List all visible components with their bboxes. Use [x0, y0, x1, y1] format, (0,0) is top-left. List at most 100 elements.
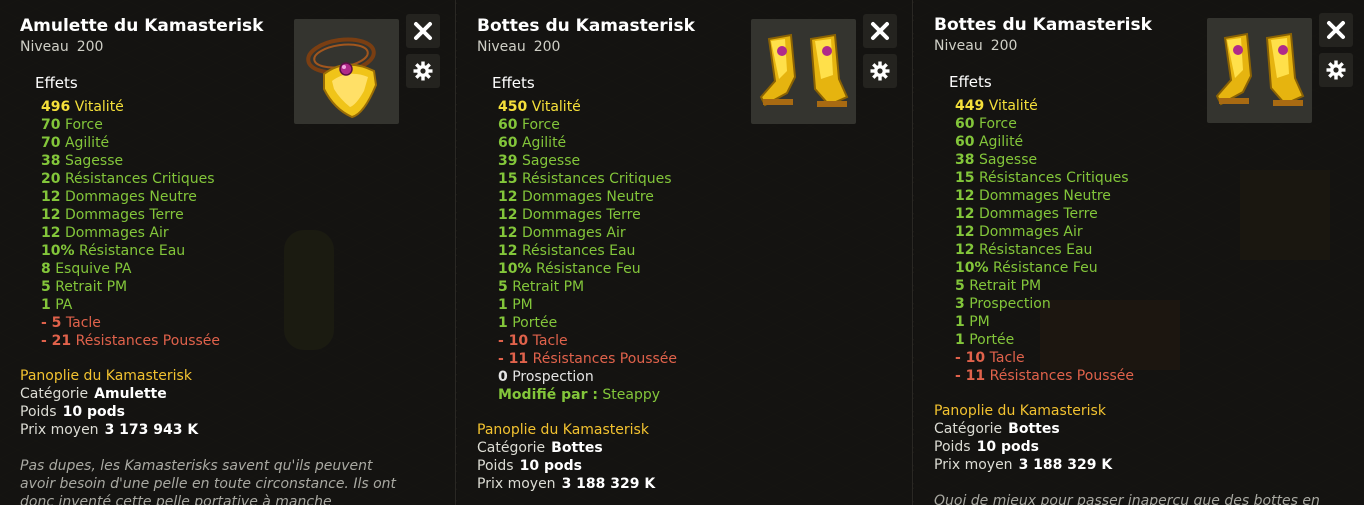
- close-button[interactable]: [1319, 13, 1353, 47]
- effect-row: 496 Vitalité: [41, 98, 220, 116]
- price-row: Prix moyen 3 188 329 K: [477, 475, 655, 493]
- effect-value: - 10: [498, 333, 529, 349]
- effect-value: 5: [498, 279, 508, 295]
- set-name[interactable]: Panoplie du Kamasterisk: [477, 421, 655, 439]
- effect-label: Dommages Neutre: [64, 189, 197, 205]
- category-value: Bottes: [551, 440, 603, 456]
- price-value: 3 173 943 K: [104, 422, 199, 438]
- effect-row: 3 Prospection: [955, 295, 1134, 313]
- effects-list: 449 Vitalité 60 Force 60 Agilité 38 Sagesse…: [955, 97, 1134, 385]
- effect-row: 12 Résistances Eau: [955, 241, 1134, 259]
- effect-value: 12: [955, 242, 975, 258]
- effect-row: 60 Force: [498, 116, 677, 134]
- effect-row: 60 Force: [955, 115, 1134, 133]
- effects-list: 496 Vitalité 70 Force 70 Agilité 38 Sagesse…: [41, 98, 220, 350]
- effect-label: Force: [521, 117, 560, 133]
- effect-row: 10% Résistance Feu: [498, 260, 677, 278]
- item-image: [1207, 18, 1312, 123]
- item-details: Panoplie du Kamasterisk Catégorie Bottes …: [477, 421, 655, 493]
- effect-row: 1 PA: [41, 296, 220, 314]
- level-value: 200: [990, 38, 1018, 54]
- effect-row: 1 PM: [498, 296, 677, 314]
- effect-row: 12 Dommages Air: [41, 224, 220, 242]
- effect-label: Steappy: [602, 387, 661, 403]
- effect-label: Résistances Critiques: [64, 171, 215, 187]
- effect-row: 449 Vitalité: [955, 97, 1134, 115]
- effect-value: 496: [41, 99, 71, 115]
- effect-label: Vitalité: [74, 99, 124, 115]
- effect-label: Tacle: [532, 333, 568, 349]
- effect-value: 20: [41, 171, 61, 187]
- effect-label: Sagesse: [521, 153, 581, 169]
- effect-value: 60: [498, 135, 518, 151]
- effect-label: Dommages Air: [978, 224, 1083, 240]
- effect-label: Esquive PA: [55, 261, 132, 277]
- set-name[interactable]: Panoplie du Kamasterisk: [20, 367, 198, 385]
- effect-label: Agilité: [521, 135, 567, 151]
- effect-row: 5 Retrait PM: [955, 277, 1134, 295]
- effect-value: 450: [498, 99, 528, 115]
- effect-value: 12: [41, 225, 61, 241]
- weight-label: Poids: [477, 458, 514, 474]
- effect-value: 0: [498, 369, 508, 385]
- price-label: Prix moyen: [934, 457, 1013, 473]
- weight-value: 10 pods: [519, 458, 582, 474]
- effect-row: 1 Portée: [498, 314, 677, 332]
- effect-label: Sagesse: [64, 153, 124, 169]
- effect-row: 0 Prospection: [498, 368, 677, 386]
- close-button[interactable]: [863, 14, 897, 48]
- set-name[interactable]: Panoplie du Kamasterisk: [934, 402, 1112, 420]
- price-row: Prix moyen 3 188 329 K: [934, 456, 1112, 474]
- effect-label: Dommages Air: [64, 225, 169, 241]
- effect-value: 12: [955, 188, 975, 204]
- effect-row: 20 Résistances Critiques: [41, 170, 220, 188]
- effect-row: 12 Dommages Neutre: [498, 188, 677, 206]
- effect-label: Portée: [512, 315, 558, 331]
- effect-row: - 10 Tacle: [498, 332, 677, 350]
- level-value: 200: [76, 39, 104, 55]
- effect-row: 12 Dommages Terre: [498, 206, 677, 224]
- effect-row: 12 Résistances Eau: [498, 242, 677, 260]
- effect-row: 60 Agilité: [955, 133, 1134, 151]
- effect-label: Résistances Poussée: [75, 333, 221, 349]
- effect-row: 1 PM: [955, 313, 1134, 331]
- settings-button[interactable]: [406, 54, 440, 88]
- close-icon: [871, 22, 889, 40]
- item-tooltip-1: Amulette du Kamasterisk Niveau 200 Effets…: [0, 0, 455, 505]
- gear-icon: [1326, 60, 1346, 80]
- settings-button[interactable]: [863, 54, 897, 88]
- effect-value: 12: [498, 243, 518, 259]
- effect-value: 15: [498, 171, 518, 187]
- weight-value: 10 pods: [976, 439, 1039, 455]
- effect-label: Résistances Critiques: [978, 170, 1129, 186]
- effect-label: Tacle: [65, 315, 101, 331]
- effect-label: Tacle: [989, 350, 1025, 366]
- effect-label: Retrait PM: [969, 278, 1042, 294]
- effect-label: Force: [64, 117, 103, 133]
- effect-label: Résistance Feu: [535, 261, 641, 277]
- effect-row: 10% Résistance Eau: [41, 242, 220, 260]
- level-label: Niveau: [20, 39, 69, 55]
- effect-row: 15 Résistances Critiques: [498, 170, 677, 188]
- effect-value: 1: [955, 332, 965, 348]
- category-label: Catégorie: [20, 386, 89, 402]
- effect-row: 5 Retrait PM: [41, 278, 220, 296]
- effect-row: 10% Résistance Feu: [955, 259, 1134, 277]
- effect-value: 15: [955, 170, 975, 186]
- effect-value: 3: [955, 296, 965, 312]
- effect-label: Dommages Neutre: [978, 188, 1111, 204]
- effect-label: Force: [978, 116, 1017, 132]
- effect-label: Dommages Air: [521, 225, 626, 241]
- golden-boots-icon: [1215, 32, 1305, 106]
- item-image: [751, 19, 856, 124]
- effect-label: Dommages Terre: [64, 207, 184, 223]
- effects-list: 450 Vitalité 60 Force 60 Agilité 39 Sagesse…: [498, 98, 677, 404]
- effect-row: 12 Dommages Neutre: [41, 188, 220, 206]
- effect-row: 450 Vitalité: [498, 98, 677, 116]
- effect-label: Résistances Poussée: [989, 368, 1135, 384]
- close-button[interactable]: [406, 14, 440, 48]
- effect-row: - 11 Résistances Poussée: [955, 367, 1134, 385]
- effect-label: Dommages Terre: [521, 207, 641, 223]
- settings-button[interactable]: [1319, 53, 1353, 87]
- effect-value: 12: [498, 225, 518, 241]
